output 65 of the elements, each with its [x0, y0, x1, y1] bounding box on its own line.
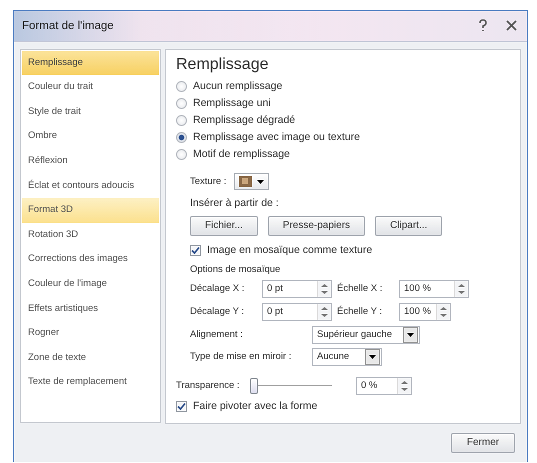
texture-dropdown[interactable]: [234, 173, 270, 190]
spinner-arrows-icon[interactable]: [320, 282, 329, 296]
caret-icon: [407, 332, 414, 337]
checkbox-label: Image en mosaïque comme texture: [207, 244, 372, 256]
field-label: Transparence :: [176, 380, 241, 392]
window-title: Format de l'image: [22, 20, 115, 32]
dropdown[interactable]: Supérieur gauche: [312, 326, 420, 344]
dropdown[interactable]: Aucune: [312, 348, 382, 366]
spinner-arrows-icon[interactable]: [457, 282, 466, 296]
field-label: Alignement :: [190, 329, 244, 340]
spin-field[interactable]: 100 %: [399, 302, 451, 321]
radio-button[interactable]: [176, 98, 187, 109]
spinner-arrows-icon[interactable]: [320, 304, 329, 319]
close-button[interactable]: Fermer: [451, 432, 515, 453]
sidebar-item[interactable]: Zone de texte: [22, 346, 159, 370]
field-label: Échelle Y :: [337, 306, 384, 318]
spin-field[interactable]: 0 pt: [262, 302, 332, 321]
sidebar-item[interactable]: Effets artistiques: [22, 296, 159, 322]
radio-button[interactable]: [176, 114, 187, 126]
radio-button[interactable]: [176, 80, 187, 92]
sidebar-item[interactable]: Texte de remplacement: [22, 370, 159, 395]
sidebar-item[interactable]: Corrections des images: [22, 247, 159, 272]
spinner-arrows-icon[interactable]: [439, 304, 448, 319]
sidebar-item[interactable]: Remplissage: [22, 50, 159, 76]
sidebar-item[interactable]: Couleur du trait: [22, 75, 159, 100]
insert-button[interactable]: Clipart...: [375, 216, 442, 236]
field-label: Insérer à partir de :: [190, 197, 279, 210]
slider-track[interactable]: [250, 378, 332, 394]
group-title: Options de mosaïque: [189, 264, 282, 275]
sidebar-item[interactable]: Format 3D: [22, 198, 159, 223]
sidebar-item[interactable]: Ombre: [22, 124, 159, 150]
spin-field[interactable]: 0 %: [356, 376, 412, 395]
sidebar-item[interactable]: Réflexion: [22, 149, 159, 174]
sidebar-item[interactable]: Style de trait: [22, 100, 159, 124]
field-label: Type de mise en miroir :: [190, 351, 292, 362]
texture-swatch-icon: [239, 176, 252, 188]
radio-label: Remplissage avec image ou texture: [193, 131, 360, 144]
checkbox[interactable]: [190, 244, 201, 256]
radio-button[interactable]: [176, 132, 187, 143]
checkbox[interactable]: [176, 400, 187, 412]
close-icon[interactable]: [506, 20, 517, 32]
sidebar-item[interactable]: Éclat et contours adoucis: [22, 174, 159, 198]
slider-thumb[interactable]: [250, 378, 258, 394]
caret-icon: [257, 180, 264, 184]
spin-field[interactable]: 0 pt: [262, 280, 332, 298]
spin-field[interactable]: 100 %: [399, 280, 469, 298]
checkbox-label: Faire pivoter avec la forme: [193, 400, 318, 412]
insert-button[interactable]: Presse-papiers: [268, 216, 366, 236]
field-label: Décalage Y :: [190, 306, 246, 318]
radio-label: Remplissage dégradé: [193, 114, 296, 126]
insert-button[interactable]: Fichier...: [190, 216, 258, 236]
radio-label: Remplissage uni: [193, 97, 271, 110]
field-label: Décalage X :: [190, 283, 246, 294]
spinner-arrows-icon[interactable]: [400, 378, 409, 393]
sidebar-item[interactable]: Couleur de l'image: [22, 272, 159, 297]
caret-icon: [369, 354, 376, 359]
field-label: Texture :: [190, 176, 226, 188]
radio-label: Motif de remplissage: [193, 148, 290, 160]
radio-label: Aucun remplissage: [193, 80, 282, 92]
section-heading: Remplissage: [176, 56, 270, 74]
sidebar-item[interactable]: Rogner: [22, 321, 159, 346]
radio-button[interactable]: [176, 148, 187, 160]
field-label: Échelle X :: [337, 283, 384, 294]
help-icon[interactable]: [478, 19, 488, 32]
sidebar-item[interactable]: Rotation 3D: [22, 222, 159, 248]
